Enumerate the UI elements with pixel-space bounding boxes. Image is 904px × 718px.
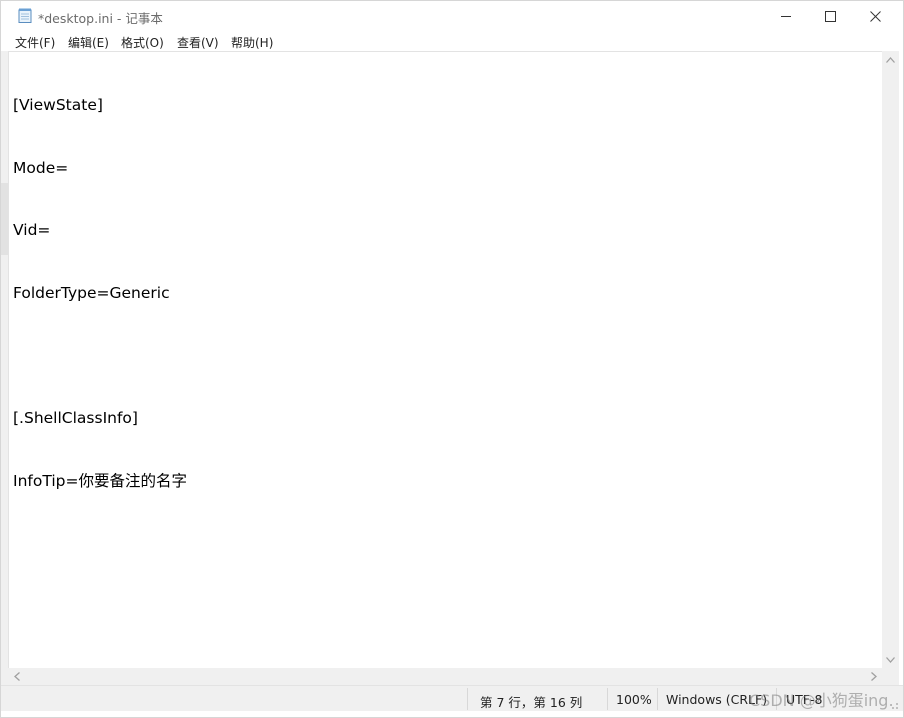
- maximize-icon: [824, 10, 836, 22]
- menu-edit[interactable]: 编辑(E): [68, 34, 109, 51]
- cursor-position: 第 7 行，第 16 列: [480, 695, 583, 710]
- window-title: *desktop.ini - 记事本: [38, 11, 163, 26]
- left-edge-shade: [1, 183, 8, 255]
- editor-line: [.ShellClassInfo]: [13, 409, 138, 428]
- editor-line: Mode=: [13, 158, 69, 177]
- status-separator: [657, 688, 658, 710]
- vertical-scrollbar[interactable]: [882, 51, 899, 668]
- left-edge-strip: [1, 51, 8, 687]
- zoom-level: 100%: [616, 692, 652, 707]
- menu-view[interactable]: 查看(V): [177, 34, 219, 51]
- editor-text: [ViewState] Mode= Vid= FolderType=Generi…: [13, 53, 187, 534]
- horizontal-scrollbar[interactable]: [8, 668, 882, 685]
- notepad-window: *desktop.ini - 记事本 文件(F) 编辑(E) 格式(O) 查看(…: [0, 0, 904, 718]
- status-separator: [607, 688, 608, 710]
- scroll-right-button[interactable]: [865, 668, 882, 685]
- menu-format[interactable]: 格式(O): [121, 34, 164, 51]
- close-icon: [869, 10, 881, 22]
- chevron-up-icon: [886, 56, 895, 63]
- resize-grip-icon[interactable]: [887, 697, 899, 709]
- menu-bar: 文件(F) 编辑(E) 格式(O) 查看(V) 帮助(H): [1, 31, 903, 51]
- editor-line: InfoTip=你要备注的名字: [13, 472, 187, 491]
- editor-line: FolderType=Generic: [13, 283, 170, 302]
- minimize-icon: [780, 15, 791, 17]
- maximize-button[interactable]: [807, 1, 853, 31]
- chevron-right-icon: [870, 672, 877, 681]
- watermark: CSDN @小狗蛋ing.: [749, 691, 894, 710]
- chevron-left-icon: [13, 672, 20, 681]
- title-bar[interactable]: *desktop.ini - 记事本: [1, 1, 903, 31]
- minimize-button[interactable]: [763, 1, 809, 31]
- text-editor-area[interactable]: [ViewState] Mode= Vid= FolderType=Generi…: [8, 51, 882, 668]
- scroll-up-button[interactable]: [882, 51, 899, 68]
- editor-line: [ViewState]: [13, 95, 103, 114]
- menu-help[interactable]: 帮助(H): [231, 34, 273, 51]
- status-separator: [467, 688, 468, 710]
- chevron-down-icon: [886, 656, 895, 663]
- scroll-down-button[interactable]: [882, 651, 899, 668]
- close-button[interactable]: [852, 1, 898, 31]
- menu-file[interactable]: 文件(F): [15, 34, 55, 51]
- editor-line: Vid=: [13, 221, 51, 240]
- notepad-app-icon: [18, 8, 32, 23]
- scroll-left-button[interactable]: [8, 668, 25, 685]
- scrollbar-corner: [882, 668, 899, 685]
